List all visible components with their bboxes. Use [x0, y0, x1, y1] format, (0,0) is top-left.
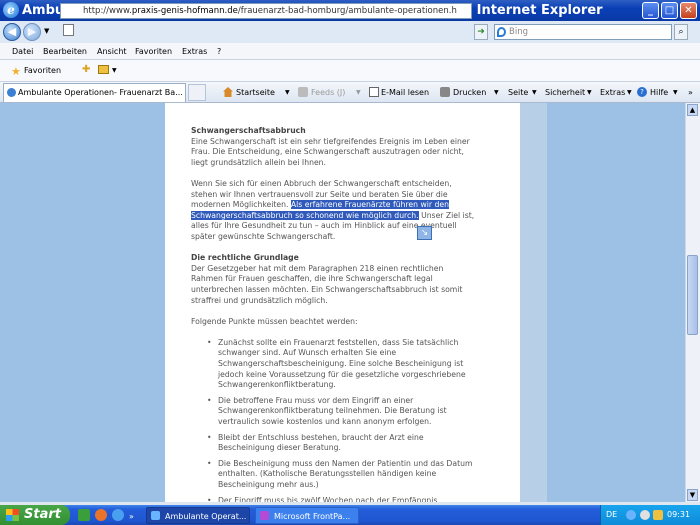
- task-ie-window[interactable]: Ambulante Operat...: [146, 507, 250, 524]
- feeds-icon: [298, 87, 308, 97]
- print-icon: [440, 87, 450, 97]
- list-item: Die betroffene Frau muss vor dem Eingrif…: [207, 396, 477, 428]
- menu-ansicht[interactable]: Ansicht: [97, 43, 127, 60]
- url-prefix: http://www.: [83, 6, 132, 16]
- requirements-list: Zunächst sollte ein Frauenarzt feststell…: [207, 338, 477, 517]
- task-ie-icon: [151, 511, 160, 520]
- favorites-button[interactable]: Favoriten: [24, 66, 61, 75]
- menu-extras[interactable]: Extras: [182, 43, 207, 60]
- url-path: /frauenarzt-bad-homburg/ambulante-operat…: [237, 6, 457, 16]
- new-tab-button[interactable]: [188, 84, 206, 101]
- chevron-more-icon[interactable]: »: [688, 82, 693, 103]
- task-frontpage-icon: [260, 511, 269, 520]
- sidebar-band: [520, 103, 547, 502]
- list-item: Die Bescheinigung muss den Namen der Pat…: [207, 459, 477, 491]
- task-frontpage-window[interactable]: Microsoft FrontPa...: [255, 507, 359, 524]
- menu-datei[interactable]: Datei: [12, 43, 33, 60]
- page-dropdown-icon[interactable]: ▼: [532, 82, 537, 103]
- folder-dropdown-icon[interactable]: ▼: [112, 67, 117, 74]
- tools-menu[interactable]: Extras: [600, 82, 625, 103]
- menu-favoriten[interactable]: Favoriten: [135, 43, 172, 60]
- tray-network-icon[interactable]: [626, 510, 636, 520]
- language-indicator[interactable]: DE: [606, 510, 617, 519]
- accelerator-icon[interactable]: ↘: [417, 226, 432, 240]
- favorites-star-icon: ★: [11, 65, 21, 78]
- minimize-button[interactable]: _: [642, 2, 659, 19]
- close-button[interactable]: ✕: [680, 2, 697, 19]
- page-icon: [63, 24, 74, 36]
- ie-logo-icon: e: [3, 2, 19, 18]
- tray-speaker-icon[interactable]: [640, 510, 650, 520]
- scroll-up-icon[interactable]: ▲: [687, 104, 698, 116]
- history-dropdown-icon[interactable]: ▼: [44, 27, 49, 35]
- feeds-button[interactable]: Feeds (J): [311, 82, 345, 103]
- menu-help[interactable]: ?: [217, 43, 221, 60]
- home-dropdown-icon[interactable]: ▼: [285, 82, 290, 103]
- menu-bar: Datei Bearbeiten Ansicht Favoriten Extra…: [0, 43, 700, 60]
- paragraph-decision: Wenn Sie sich für einen Abbruch der Schw…: [191, 179, 477, 243]
- print-dropdown-icon[interactable]: ▼: [494, 82, 499, 103]
- folder-icon[interactable]: [98, 65, 109, 74]
- help-dropdown-icon[interactable]: ▼: [673, 82, 678, 103]
- clock[interactable]: 09:31: [667, 510, 690, 519]
- url-domain: praxis-genis-hofmann.de: [131, 6, 238, 16]
- list-item: Bleibt der Entschluss bestehen, braucht …: [207, 433, 477, 454]
- add-favorite-icon[interactable]: ✚: [82, 64, 90, 75]
- feeds-dropdown-icon[interactable]: ▼: [356, 82, 361, 103]
- tray-shield-icon[interactable]: [653, 510, 663, 520]
- mail-icon: [369, 87, 379, 97]
- quicklaunch-more-icon[interactable]: »: [129, 512, 134, 521]
- heading-legal-basis: Die rechtliche Grundlage: [191, 253, 299, 263]
- bing-icon: [497, 27, 506, 37]
- safety-dropdown-icon[interactable]: ▼: [587, 82, 592, 103]
- paragraph-legal: Der Gesetzgeber hat mit dem Paragraphen …: [191, 263, 463, 305]
- go-icon[interactable]: ➜: [474, 24, 488, 40]
- print-button[interactable]: Drucken: [453, 82, 486, 103]
- tab-ie-icon: [7, 88, 16, 97]
- safety-menu[interactable]: Sicherheit: [545, 82, 585, 103]
- article: Schwangerschaftsabbruch Eine Schwangersc…: [191, 126, 477, 522]
- address-input[interactable]: http://www.praxis-genis-hofmann.de/fraue…: [60, 3, 472, 19]
- windows-logo-icon: [6, 509, 19, 521]
- heading-abortion: Schwangerschaftsabbruch: [191, 126, 306, 135]
- quicklaunch-desktop-icon[interactable]: [78, 509, 90, 521]
- quicklaunch-ie-icon[interactable]: [112, 509, 124, 521]
- help-menu[interactable]: Hilfe: [650, 82, 668, 103]
- home-button[interactable]: Startseite: [236, 82, 275, 103]
- search-icon[interactable]: ⌕: [674, 24, 688, 40]
- tools-dropdown-icon[interactable]: ▼: [627, 82, 632, 103]
- page-menu[interactable]: Seite: [508, 82, 528, 103]
- paragraph-intro: Eine Schwangerschaft ist ein sehr tiefgr…: [191, 136, 470, 167]
- tab-active[interactable]: Ambulante Operationen- Frauenarzt Ba...: [3, 83, 186, 102]
- maximize-button[interactable]: □: [661, 2, 678, 19]
- paragraph-points-intro: Folgende Punkte müssen beachtet werden:: [191, 316, 358, 326]
- read-mail-button[interactable]: E-Mail lesen: [381, 82, 429, 103]
- menu-bearbeiten[interactable]: Bearbeiten: [43, 43, 87, 60]
- search-input[interactable]: Bing: [494, 24, 672, 40]
- help-icon: ?: [637, 87, 647, 97]
- back-arrow-icon[interactable]: ◀: [3, 23, 21, 41]
- list-item: Zunächst sollte ein Frauenarzt feststell…: [207, 338, 477, 391]
- forward-arrow-icon[interactable]: ▶: [23, 23, 41, 41]
- scroll-thumb[interactable]: [687, 255, 698, 335]
- scroll-down-icon[interactable]: ▼: [687, 489, 698, 501]
- quicklaunch-browser-icon[interactable]: [95, 509, 107, 521]
